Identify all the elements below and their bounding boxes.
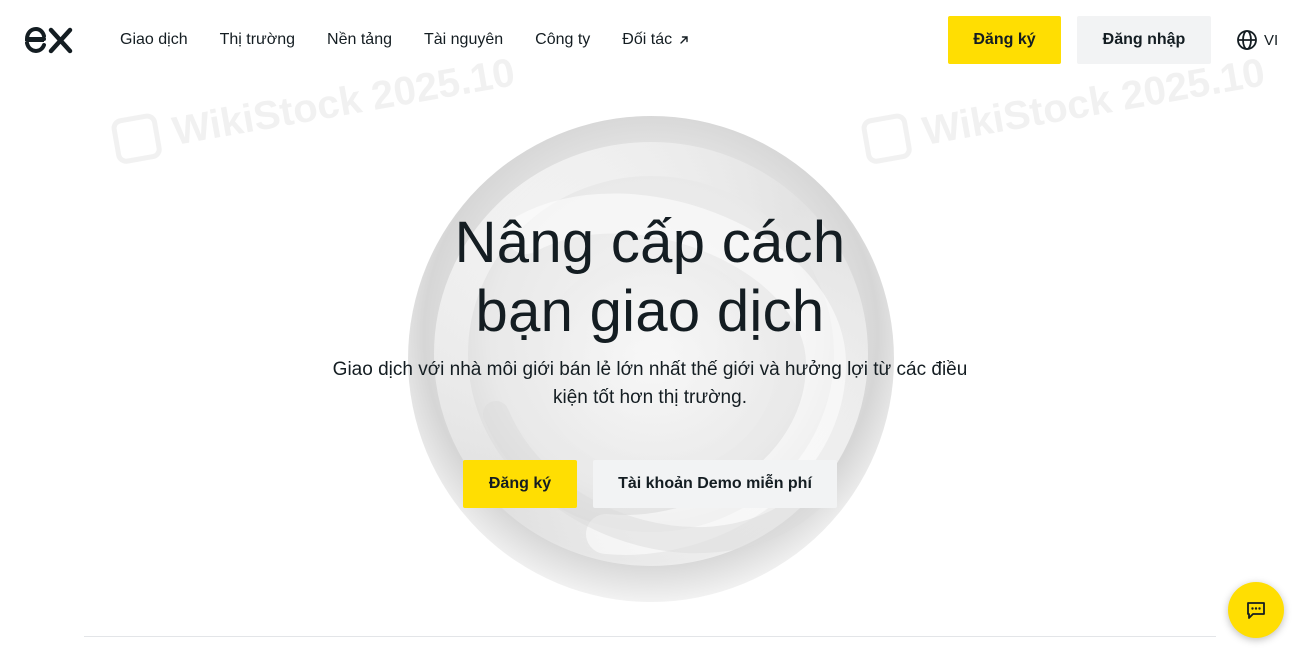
external-arrow-icon xyxy=(680,36,688,44)
nav-item-resources[interactable]: Tài nguyên xyxy=(424,31,503,49)
nav-item-company[interactable]: Công ty xyxy=(535,31,590,49)
demo-account-button[interactable]: Tài khoản Demo miễn phí xyxy=(593,460,837,508)
hero-title-line: bạn giao dịch xyxy=(475,279,825,344)
hero-subtitle-line: kiện tốt hơn thị trường. xyxy=(553,387,747,408)
globe-icon xyxy=(1237,30,1257,50)
nav-item-platforms[interactable]: Nền tảng xyxy=(327,31,392,49)
hero-subtitle: Giao dịch với nhà môi giới bán lẻ lớn nh… xyxy=(300,356,1000,412)
nav-item-trading[interactable]: Giao dịch xyxy=(120,31,188,49)
nav-item-label: Giao dịch xyxy=(120,31,188,48)
hero-title: Nâng cấp cách bạn giao dịch xyxy=(350,208,950,346)
language-label: VI xyxy=(1264,31,1279,49)
hero-signup-button[interactable]: Đăng ký xyxy=(463,460,577,508)
watermark-logo-icon xyxy=(110,112,164,166)
chat-button[interactable] xyxy=(1228,582,1284,638)
nav-item-label: Đối tác xyxy=(622,31,673,48)
section-divider xyxy=(84,636,1216,637)
language-selector[interactable]: VI xyxy=(1236,28,1278,52)
nav-item-label: Nền tảng xyxy=(327,31,392,48)
main-nav: Giao dịch Thị trường Nền tảng Tài nguyên… xyxy=(120,0,722,80)
nav-item-label: Công ty xyxy=(535,31,591,48)
page: WikiStock 2025.10 WikiStock 2025.10 Wiki… xyxy=(0,0,1300,654)
signup-button[interactable]: Đăng ký xyxy=(948,16,1061,64)
nav-item-markets[interactable]: Thị trường xyxy=(220,31,295,49)
exness-logo-icon[interactable] xyxy=(24,26,74,54)
hero-title-line: Nâng cấp cách xyxy=(454,210,846,275)
site-header: Giao dịch Thị trường Nền tảng Tài nguyên… xyxy=(0,0,1300,80)
nav-item-partners[interactable]: Đối tác xyxy=(622,31,690,49)
chat-icon xyxy=(1247,602,1265,619)
nav-item-label: Tài nguyên xyxy=(423,31,504,48)
nav-item-label: Thị trường xyxy=(219,31,296,48)
hero-subtitle-line: Giao dịch với nhà môi giới bán lẻ lớn nh… xyxy=(332,359,968,380)
login-button[interactable]: Đăng nhập xyxy=(1077,16,1211,64)
